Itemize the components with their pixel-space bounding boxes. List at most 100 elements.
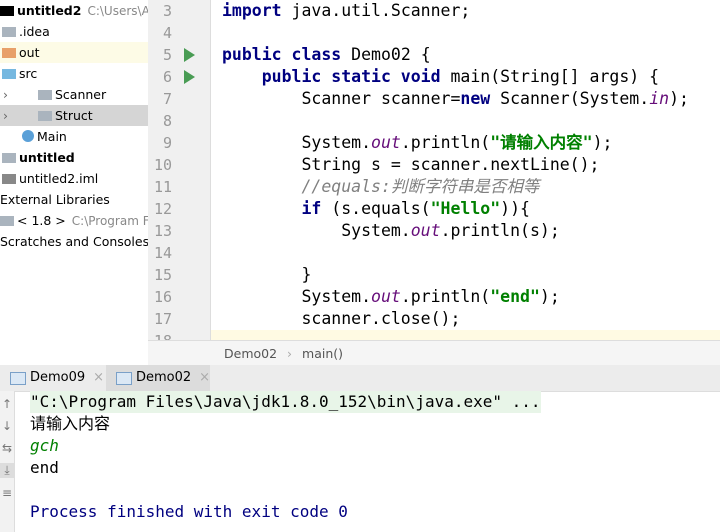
- tree-item[interactable]: untitled: [0, 147, 148, 168]
- close-icon[interactable]: ×: [93, 370, 104, 385]
- code-token: "end": [490, 287, 540, 306]
- line-number: 6: [162, 68, 172, 86]
- console-line: "C:\Program Files\Java\jdk1.8.0_152\bin\…: [30, 391, 541, 413]
- folder-orange-icon: [2, 48, 16, 58]
- soft-wrap-icon[interactable]: ⇆: [0, 441, 14, 455]
- code-token: java.util.Scanner;: [281, 1, 471, 20]
- down-arrow-icon[interactable]: ↓: [0, 419, 14, 433]
- run-config-icon: [10, 372, 26, 385]
- editor-gutter: 3456789101112131415161718: [148, 0, 211, 350]
- console-line: 请输入内容: [30, 414, 111, 433]
- line-number: 7: [162, 90, 172, 108]
- line-number: 16: [153, 288, 172, 306]
- code-token: main(String[] args) {: [440, 67, 660, 86]
- tree-item-label: out: [19, 45, 40, 60]
- close-icon[interactable]: ×: [199, 370, 210, 385]
- tree-item-label: Scanner: [55, 87, 107, 102]
- code-token: );: [592, 133, 613, 152]
- code-line: System.out.println("end");: [222, 286, 560, 308]
- folder-icon: [2, 27, 16, 37]
- tree-item-label: < 1.8 >: [17, 213, 66, 228]
- code-token: out: [410, 221, 441, 240]
- folder-icon: [0, 6, 14, 16]
- print-icon[interactable]: ≡: [0, 486, 14, 500]
- code-token: System.: [222, 133, 372, 152]
- code-token: System.: [222, 221, 411, 240]
- run-gutter-icon[interactable]: [184, 48, 195, 62]
- tree-item[interactable]: › Scanner: [0, 84, 148, 105]
- line-number: 17: [153, 310, 172, 328]
- tree-item[interactable]: .idea: [0, 21, 148, 42]
- code-token: )){: [500, 199, 530, 218]
- tree-item[interactable]: untitled2.iml: [0, 168, 148, 189]
- tree-item-label: Main: [37, 129, 67, 144]
- code-line: public static void main(String[] args) {: [222, 66, 659, 88]
- console-line: Process finished with exit code 0: [30, 502, 348, 521]
- tree-item-label: Scratches and Consoles: [0, 234, 149, 249]
- tree-item[interactable]: out: [0, 42, 148, 63]
- console-output[interactable]: "C:\Program Files\Java\jdk1.8.0_152\bin\…: [15, 391, 720, 532]
- tree-item-label: .idea: [19, 24, 50, 39]
- tree-item[interactable]: › Struct: [0, 105, 148, 126]
- tree-item-path: C:\Users\Apple: [87, 4, 149, 18]
- line-number: 5: [162, 46, 172, 64]
- module-icon: [2, 153, 16, 163]
- console-toolbar: ↑ ↓ ⇆ ⤓ ≡: [0, 391, 15, 532]
- class-icon: [22, 130, 34, 142]
- tab-demo02[interactable]: Demo02 ×: [106, 365, 210, 391]
- line-number: 15: [153, 266, 172, 284]
- tree-item[interactable]: untitled2 C:\Users\Apple: [0, 0, 148, 21]
- code-line: System.out.println(s);: [222, 220, 560, 242]
- code-token: );: [669, 89, 689, 108]
- line-number: 9: [162, 134, 172, 152]
- folder-blue-icon: [2, 69, 16, 79]
- up-arrow-icon[interactable]: ↑: [0, 397, 14, 411]
- expand-arrow-icon[interactable]: ›: [3, 84, 8, 105]
- tree-item-label: untitled: [19, 150, 75, 165]
- tree-item[interactable]: External Libraries: [0, 189, 148, 210]
- code-token: );: [539, 287, 560, 306]
- code-line: System.out.println("请输入内容");: [222, 132, 612, 154]
- scroll-to-end-icon[interactable]: ⤓: [0, 463, 14, 478]
- code-editor[interactable]: import java.util.Scanner; public class De…: [211, 0, 720, 340]
- code-token: Demo02 {: [341, 45, 431, 64]
- run-config-icon: [116, 372, 132, 385]
- file-icon: [2, 174, 16, 184]
- tree-item-path: C:\Program Fi: [71, 214, 149, 228]
- code-line: String s = scanner.nextLine();: [222, 154, 600, 176]
- console-line: end: [30, 458, 59, 477]
- code-line: import java.util.Scanner;: [222, 0, 470, 22]
- line-number: 10: [153, 156, 172, 174]
- code-token: .println(s);: [440, 221, 560, 240]
- tree-item[interactable]: < 1.8 > C:\Program Fi: [0, 210, 148, 231]
- code-line: public class Demo02 {: [222, 44, 431, 66]
- tree-item-label: External Libraries: [0, 192, 110, 207]
- code-line: }: [222, 264, 311, 286]
- line-number: 3: [162, 2, 172, 20]
- breadcrumb: Demo02 › main(): [148, 340, 720, 366]
- run-gutter-icon[interactable]: [184, 70, 195, 84]
- tab-demo09[interactable]: Demo09 ×: [0, 365, 104, 391]
- tree-item-label: untitled2.iml: [19, 171, 99, 186]
- tree-item-label: src: [19, 66, 38, 81]
- package-icon: [38, 90, 52, 100]
- run-tabs: Demo09 × Demo02 ×: [0, 365, 720, 392]
- code-token: public class: [222, 45, 342, 64]
- console-line: gch: [30, 436, 59, 455]
- code-token: new: [460, 89, 491, 108]
- code-token: String s = scanner.nextLine();: [222, 155, 600, 174]
- breadcrumb-class[interactable]: Demo02: [224, 346, 277, 361]
- expand-arrow-icon[interactable]: ›: [3, 105, 8, 126]
- code-token: Scanner scanner=: [222, 89, 461, 108]
- line-number: 4: [162, 24, 172, 42]
- line-number: 8: [162, 112, 172, 130]
- tree-item[interactable]: Scratches and Consoles: [0, 231, 148, 252]
- tree-item[interactable]: Main: [0, 126, 148, 147]
- code-line: scanner.close();: [222, 308, 460, 330]
- code-token: "Hello": [430, 199, 501, 218]
- breadcrumb-method[interactable]: main(): [302, 346, 343, 361]
- code-token: .println(: [400, 287, 491, 306]
- tree-item[interactable]: src: [0, 63, 148, 84]
- line-number: 14: [153, 244, 172, 262]
- code-token: Scanner(System.: [490, 89, 650, 108]
